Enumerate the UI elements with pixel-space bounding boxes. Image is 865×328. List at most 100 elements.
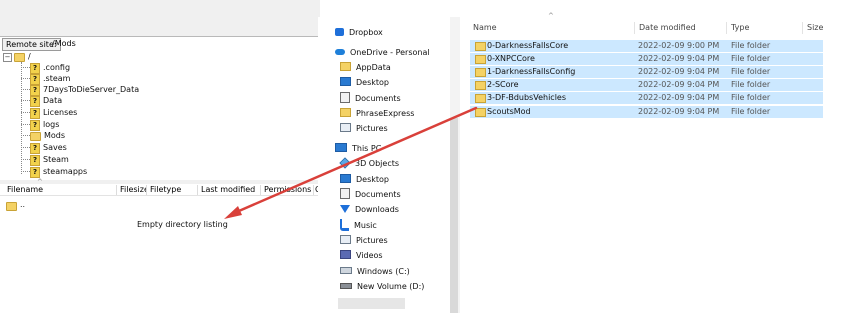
- nav-item-pictures[interactable]: Pictures: [340, 234, 388, 247]
- nav-item-desktop[interactable]: Desktop: [340, 173, 389, 186]
- column-header-filesize[interactable]: Filesize: [117, 185, 147, 195]
- folder-icon: [475, 81, 486, 90]
- folder-icon: [30, 132, 41, 141]
- onedrive-icon: [335, 48, 345, 55]
- nav-item-partial[interactable]: [338, 298, 405, 309]
- file-row[interactable]: 2-SCore 2022-02-09 9:04 PM File folder: [470, 79, 823, 91]
- file-date: 2022-02-09 9:04 PM: [638, 107, 720, 116]
- nav-item-this-pc[interactable]: This PC: [335, 142, 381, 155]
- unknown-folder-icon: ?: [30, 108, 40, 119]
- column-header-last-modified[interactable]: Last modified: [198, 185, 261, 195]
- nav-item-label: This PC: [352, 144, 382, 153]
- folder-icon: [475, 55, 486, 64]
- tree-item-steam-hidden[interactable]: ? .steam: [30, 73, 70, 85]
- tree-connector: [21, 100, 30, 101]
- column-header-type[interactable]: Type: [727, 22, 803, 34]
- nav-item-label: Documents: [355, 94, 401, 103]
- tree-connector: [21, 67, 30, 68]
- folder-icon: [475, 42, 486, 51]
- tree-item-label: /: [28, 52, 31, 61]
- nav-item-drive-d[interactable]: New Volume (D:): [340, 280, 424, 293]
- tree-item-mods[interactable]: Mods: [30, 130, 65, 141]
- column-header-date-modified[interactable]: Date modified: [635, 22, 727, 34]
- remote-site-path-input[interactable]: [52, 39, 318, 49]
- tree-item-logs[interactable]: ? logs: [30, 119, 60, 131]
- desktop-icon: [340, 174, 351, 183]
- parent-directory-row[interactable]: ..: [6, 200, 26, 211]
- folder-icon: [340, 108, 351, 117]
- tree-item-steamapps[interactable]: ? steamapps: [30, 166, 87, 178]
- nav-item-pictures-onedrive[interactable]: Pictures: [340, 122, 388, 135]
- unknown-folder-icon: ?: [30, 96, 40, 107]
- tree-item-label: Steam: [43, 155, 69, 164]
- nav-item-label: 3D Objects: [355, 159, 400, 168]
- tree-item-label: logs: [43, 120, 60, 129]
- tree-item-label: 7DaysToDieServer_Data: [43, 85, 140, 94]
- tree-item-steam[interactable]: ? Steam: [30, 154, 69, 166]
- nav-item-3d-objects[interactable]: 3D Objects: [339, 156, 400, 170]
- pictures-icon: [340, 235, 351, 244]
- dropbox-icon: [335, 27, 344, 36]
- nav-item-label: OneDrive - Personal: [350, 48, 430, 57]
- parent-directory-label: ..: [20, 200, 26, 209]
- nav-item-label: Pictures: [356, 236, 388, 245]
- nav-item-appdata[interactable]: AppData: [340, 61, 391, 74]
- tree-item-config[interactable]: ? .config: [30, 62, 70, 74]
- tree-item-data[interactable]: ? Data: [30, 95, 62, 107]
- file-name: 1-DarknessFallsConfig: [487, 67, 576, 76]
- nav-item-label: Dropbox: [349, 28, 383, 37]
- videos-icon: [340, 250, 351, 259]
- nav-item-label: Windows (C:): [357, 267, 410, 276]
- nav-item-downloads[interactable]: Downloads: [340, 203, 399, 216]
- column-header-filename[interactable]: Filename: [4, 185, 117, 195]
- file-row[interactable]: 3-DF-BdubsVehicles 2022-02-09 9:04 PM Fi…: [470, 92, 823, 104]
- tree-connector: [21, 124, 30, 125]
- unknown-folder-icon: ?: [30, 155, 40, 166]
- file-row[interactable]: 0-XNPCCore 2022-02-09 9:04 PM File folde…: [470, 53, 823, 65]
- column-header-name[interactable]: Name: [469, 22, 635, 34]
- tree-item-root[interactable]: /: [14, 51, 31, 62]
- tree-connector: [21, 147, 30, 148]
- column-header-filetype[interactable]: Filetype: [147, 185, 198, 195]
- nav-item-music[interactable]: Music: [340, 218, 377, 232]
- tree-connector: [21, 78, 30, 79]
- tree-item-licenses[interactable]: ? Licenses: [30, 107, 77, 119]
- nav-item-phraseexpress[interactable]: PhraseExpress: [340, 107, 414, 120]
- nav-item-documents[interactable]: Documents: [340, 188, 401, 201]
- drive-icon: [340, 282, 352, 289]
- nav-item-documents-onedrive[interactable]: Documents: [340, 92, 401, 105]
- nav-item-drive-c[interactable]: Windows (C:): [340, 265, 410, 278]
- file-name: ScoutsMod: [487, 107, 531, 116]
- navigation-scrollbar-thumb[interactable]: [450, 118, 458, 313]
- nav-item-label: Documents: [355, 190, 401, 199]
- nav-item-label: Pictures: [356, 124, 388, 133]
- file-row[interactable]: ScoutsMod 2022-02-09 9:04 PM File folder: [470, 106, 823, 118]
- tree-item-saves[interactable]: ? Saves: [30, 142, 67, 154]
- desktop-icon: [340, 77, 351, 86]
- nav-item-desktop-onedrive[interactable]: Desktop: [340, 76, 389, 89]
- documents-icon: [340, 188, 350, 199]
- nav-item-label: New Volume (D:): [357, 282, 425, 291]
- tree-item-server-data[interactable]: ? 7DaysToDieServer_Data: [30, 84, 140, 96]
- nav-item-dropbox[interactable]: Dropbox: [335, 26, 383, 39]
- nav-item-onedrive[interactable]: OneDrive - Personal: [335, 46, 430, 59]
- file-row[interactable]: 1-DarknessFallsConfig 2022-02-09 9:04 PM…: [470, 66, 823, 78]
- file-name: 0-XNPCCore: [487, 54, 535, 63]
- folder-icon: [475, 108, 486, 117]
- music-icon: [340, 218, 349, 231]
- file-row[interactable]: 0-DarknessFallsCore 2022-02-09 9:00 PM F…: [470, 40, 823, 52]
- file-type: File folder: [731, 41, 771, 50]
- downloads-icon: [340, 204, 350, 213]
- nav-item-label: Videos: [356, 251, 383, 260]
- objects-3d-icon: [339, 156, 351, 169]
- folder-icon: [6, 202, 17, 211]
- tree-connector: [21, 135, 30, 136]
- file-type: File folder: [731, 54, 771, 63]
- file-type: File folder: [731, 67, 771, 76]
- file-date: 2022-02-09 9:04 PM: [638, 93, 720, 102]
- nav-item-videos[interactable]: Videos: [340, 249, 383, 262]
- file-date: 2022-02-09 9:00 PM: [638, 41, 720, 50]
- collapse-toggle-icon[interactable]: −: [3, 53, 12, 62]
- column-header-size[interactable]: Size: [803, 22, 853, 34]
- column-header-permissions[interactable]: Permissions: [261, 185, 314, 195]
